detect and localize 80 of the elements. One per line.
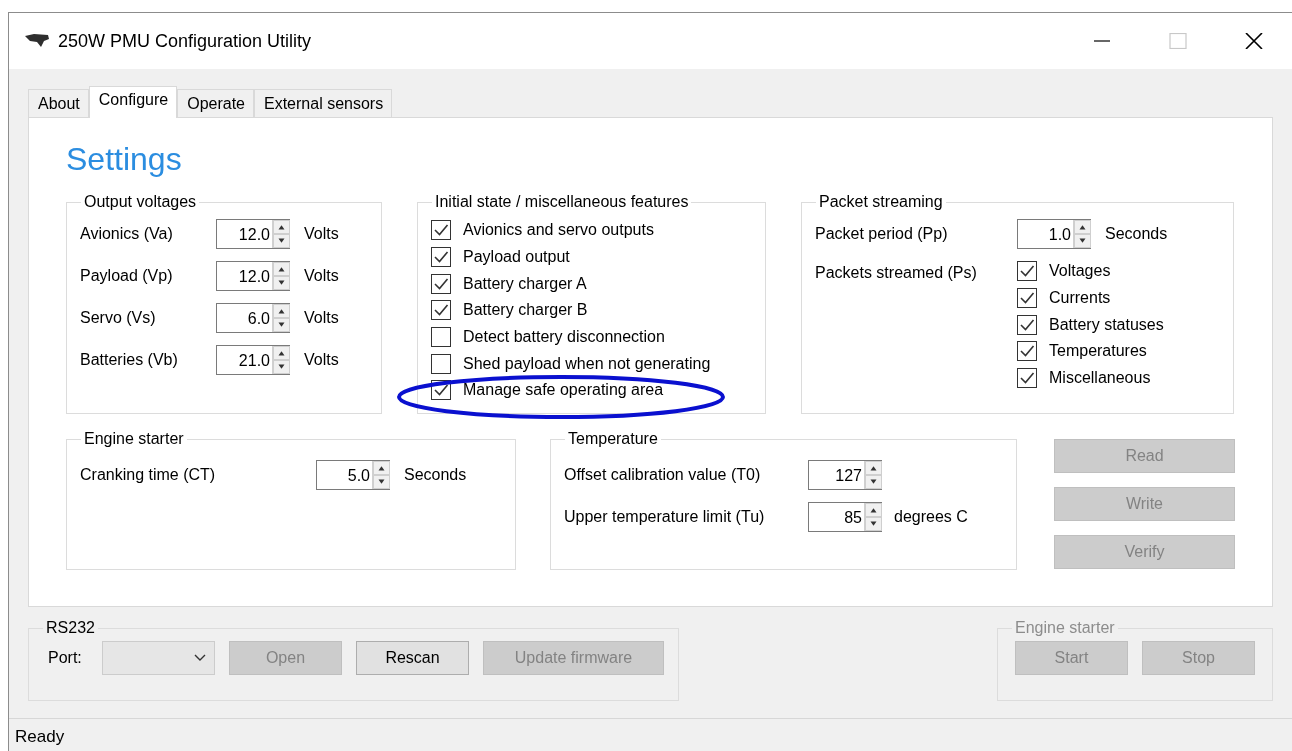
unit-label: Volts [304, 266, 339, 286]
checkbox-label[interactable]: Avionics and servo outputs [463, 221, 654, 240]
field-label: Port: [48, 648, 83, 668]
spin-down-button[interactable] [273, 234, 290, 248]
checkbox-label[interactable]: Battery statuses [1049, 315, 1164, 334]
checkbox[interactable] [431, 353, 451, 374]
status-bar: Ready [9, 718, 1292, 751]
checkbox[interactable] [1017, 261, 1037, 282]
checkbox-label[interactable]: Temperatures [1049, 342, 1147, 361]
spin-up-button[interactable] [373, 461, 390, 475]
checkbox[interactable] [431, 220, 451, 241]
checkbox[interactable] [431, 247, 451, 268]
spin-down-button[interactable] [1074, 234, 1091, 248]
field-label: Packet period (Pp) [815, 224, 949, 244]
checkbox[interactable] [1017, 368, 1037, 389]
field-label: Avionics (Va) [80, 224, 174, 244]
checkbox-label[interactable]: Battery charger A [463, 274, 587, 293]
spin-down-button[interactable] [865, 475, 882, 489]
group-title: Engine starter [1014, 619, 1116, 637]
button[interactable]: Rescan [356, 641, 469, 675]
spin-down-button[interactable] [273, 276, 290, 290]
number-field[interactable]: 5.0 [316, 460, 390, 490]
checkbox-label[interactable]: Voltages [1049, 262, 1111, 281]
checkbox[interactable] [1017, 341, 1037, 362]
group-title: Temperature [567, 430, 659, 448]
group-title: Engine starter [83, 430, 185, 448]
checkbox-label[interactable]: Miscellaneous [1049, 369, 1151, 388]
chevron-icon [194, 654, 206, 662]
field-label: Batteries (Vb) [80, 350, 179, 370]
spin-up-button[interactable] [273, 304, 290, 318]
number-field[interactable]: 1.0 [1017, 219, 1091, 249]
group-title: RS232 [45, 619, 96, 637]
spin-down-button[interactable] [373, 475, 390, 489]
group-title: Packet streaming [818, 193, 944, 211]
checkbox-label[interactable]: Detect battery disconnection [463, 328, 665, 347]
field-label: Payload (Vp) [80, 266, 174, 286]
field-label: Packets streamed (Ps) [815, 263, 978, 283]
spin-down-button[interactable] [865, 517, 882, 531]
spin-up-button[interactable] [273, 262, 290, 276]
app-icon [24, 33, 50, 49]
tab[interactable]: Operate [177, 89, 254, 117]
spin-up-button[interactable] [865, 503, 882, 517]
number-field[interactable]: 127 [808, 460, 882, 490]
spin-up-button[interactable] [273, 220, 290, 234]
checkbox-label[interactable]: Battery charger B [463, 301, 588, 320]
unit-label: Volts [304, 350, 339, 370]
unit-label: Volts [304, 308, 339, 328]
spin-up-button[interactable] [273, 346, 290, 360]
group-title: Output voltages [83, 193, 198, 211]
number-field[interactable]: 21.0 [216, 345, 290, 375]
spin-up-button[interactable] [865, 461, 882, 475]
checkbox-label[interactable]: Shed payload when not generating [463, 354, 711, 373]
unit-label: degrees C [894, 507, 968, 527]
checkbox[interactable] [1017, 314, 1037, 335]
group-title: Initial state / miscellaneous features [434, 193, 690, 211]
number-field[interactable]: 12.0 [216, 219, 290, 249]
checkbox-label[interactable]: Payload output [463, 248, 570, 267]
spin-up-button[interactable] [1074, 220, 1091, 234]
tab[interactable]: Configure [88, 86, 178, 118]
tab[interactable]: External sensors [254, 89, 393, 117]
number-field[interactable]: 12.0 [216, 261, 290, 291]
checkbox[interactable] [431, 273, 451, 294]
spin-down-button[interactable] [273, 318, 290, 332]
checkbox[interactable] [431, 300, 451, 321]
checkbox[interactable] [1017, 288, 1037, 309]
window-title: 250W PMU Configuration Utility [58, 29, 312, 53]
field-label: Offset calibration value (T0) [564, 465, 762, 485]
settings-heading: Settings [66, 140, 183, 178]
unit-label: Seconds [404, 465, 467, 485]
checkbox-label[interactable]: Currents [1049, 289, 1111, 308]
field-label: Servo (Vs) [80, 308, 157, 328]
number-field[interactable]: 6.0 [216, 303, 290, 333]
tab[interactable]: About [28, 89, 89, 117]
number-field[interactable]: 85 [808, 502, 882, 532]
unit-label: Seconds [1105, 224, 1168, 244]
spin-down-button[interactable] [273, 360, 290, 374]
field-label: Upper temperature limit (Tu) [564, 507, 766, 527]
checkbox[interactable] [431, 327, 451, 348]
unit-label: Volts [304, 224, 339, 244]
field-label: Cranking time (CT) [80, 465, 217, 485]
